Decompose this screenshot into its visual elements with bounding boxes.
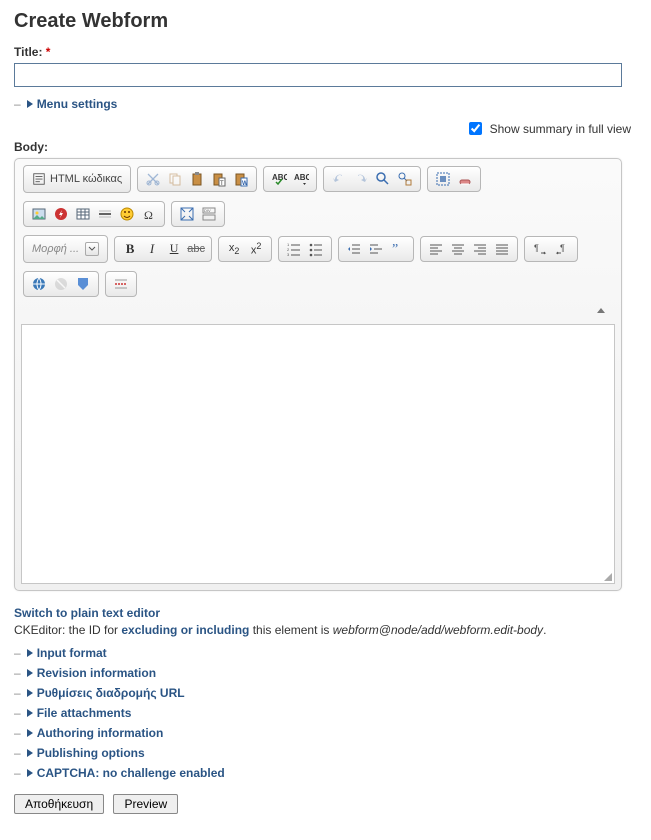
align-right-button[interactable] [471,240,489,258]
chevron-right-icon [27,689,33,697]
paste-button[interactable] [188,170,206,188]
select-all-button[interactable] [434,170,452,188]
strike-button[interactable]: abc [187,240,205,258]
remove-format-button[interactable] [456,170,474,188]
source-icon [32,172,46,186]
svg-text:”: ” [392,242,398,257]
smiley-button[interactable] [118,205,136,223]
exclude-include-link[interactable]: excluding or including [121,623,249,637]
svg-text:ABC: ABC [294,173,309,182]
show-summary-label: Show summary in full view [490,122,631,136]
save-button[interactable]: Αποθήκευση [14,794,104,814]
title-label: Title: * [14,45,637,59]
captcha-toggle[interactable]: CAPTCHA: no challenge enabled [27,766,225,780]
required-indicator: * [46,45,51,59]
chevron-right-icon [27,709,33,717]
unlink-button[interactable] [52,275,70,293]
svg-text:¶: ¶ [560,243,565,253]
teaser-break-button[interactable] [112,275,130,293]
hr-button[interactable] [96,205,114,223]
svg-text:¶: ¶ [534,243,539,253]
chevron-down-icon [85,242,99,256]
svg-text:DIV: DIV [204,208,211,213]
align-left-button[interactable] [427,240,445,258]
chevron-right-icon [27,669,33,677]
resize-handle[interactable] [600,569,614,583]
menu-settings-toggle[interactable]: Menu settings [27,97,118,111]
undo-button[interactable] [330,170,348,188]
anchor-button[interactable] [74,275,92,293]
bold-button[interactable]: B [121,240,139,258]
revision-info-toggle[interactable]: Revision information [27,666,156,680]
superscript-button[interactable]: x2 [247,240,265,258]
file-attachments-toggle[interactable]: File attachments [27,706,132,720]
svg-text:W: W [242,181,248,187]
maximize-button[interactable] [178,205,196,223]
ul-button[interactable] [307,240,325,258]
subscript-button[interactable]: x2 [225,240,243,258]
copy-button[interactable] [166,170,184,188]
link-button[interactable] [30,275,48,293]
blockquote-button[interactable]: ” [389,240,407,258]
table-button[interactable] [74,205,92,223]
ckeditor-id-text: CKEditor: the ID for excluding or includ… [14,623,546,637]
collapse-toolbar-icon[interactable] [597,308,605,313]
ltr-button[interactable]: ¶ [531,240,549,258]
page-title: Create Webform [14,10,637,33]
spellcheck-button[interactable]: ABC [270,170,288,188]
rtl-button[interactable]: ¶ [553,240,571,258]
indent-button[interactable] [367,240,385,258]
chevron-right-icon [27,749,33,757]
svg-text:3: 3 [287,252,290,257]
italic-button[interactable]: I [143,240,161,258]
chevron-right-icon [27,649,33,657]
flash-button[interactable] [52,205,70,223]
body-textarea[interactable] [21,324,615,584]
switch-editor-link[interactable]: Switch to plain text editor [14,606,160,620]
publishing-options-toggle[interactable]: Publishing options [27,746,145,760]
replace-button[interactable] [396,170,414,188]
special-char-button[interactable]: Ω [140,205,158,223]
align-justify-button[interactable] [493,240,511,258]
chevron-right-icon [27,100,33,108]
paste-text-button[interactable]: T [210,170,228,188]
format-dropdown[interactable]: Μορφή ... [28,239,103,259]
spellcheck-dropdown-button[interactable]: ABC [292,170,310,188]
redo-button[interactable] [352,170,370,188]
url-path-toggle[interactable]: Ρυθμίσεις διαδρομής URL [27,686,185,700]
chevron-right-icon [27,729,33,737]
underline-button[interactable]: U [165,240,183,258]
preview-button[interactable]: Preview [113,794,178,814]
paste-word-button[interactable]: W [232,170,250,188]
show-summary-checkbox[interactable] [469,122,482,135]
source-button[interactable]: HTML κώδικας [28,169,126,189]
svg-text:ABC: ABC [272,173,287,182]
align-center-button[interactable] [449,240,467,258]
menu-settings-label: Menu settings [37,97,118,111]
authoring-info-toggle[interactable]: Authoring information [27,726,164,740]
image-button[interactable] [30,205,48,223]
body-label: Body: [14,140,637,154]
find-button[interactable] [374,170,392,188]
svg-text:Ω: Ω [144,208,153,222]
svg-text:T: T [220,181,224,187]
chevron-right-icon [27,769,33,777]
ol-button[interactable]: 123 [285,240,303,258]
input-format-toggle[interactable]: Input format [27,646,107,660]
title-input[interactable] [14,63,622,87]
cut-button[interactable] [144,170,162,188]
ckeditor: HTML κώδικας T W ABC ABC [14,158,622,591]
outdent-button[interactable] [345,240,363,258]
show-blocks-button[interactable]: DIV [200,205,218,223]
